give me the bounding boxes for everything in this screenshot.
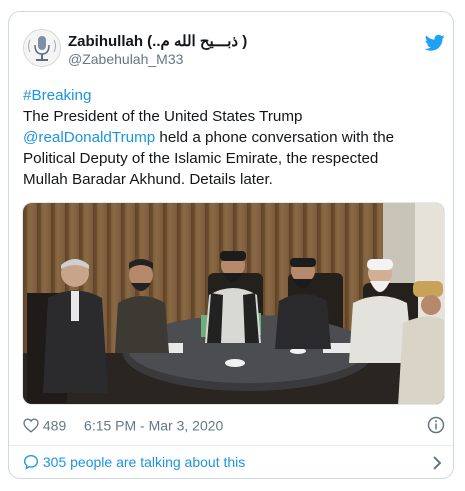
heart-icon[interactable]: [23, 418, 39, 433]
info-icon[interactable]: [427, 416, 445, 434]
avatar[interactable]: [23, 29, 61, 67]
like-count[interactable]: 489: [43, 417, 66, 433]
hashtag-link[interactable]: #Breaking: [23, 87, 91, 104]
divider: [9, 445, 453, 446]
tweet-line: Mullah Baradar Akhund. Details later.: [23, 169, 443, 190]
tweet-line: @realDonaldTrump held a phone conversati…: [23, 127, 443, 148]
conversation-label: 305 people are talking about this: [42, 454, 246, 470]
tweet-line: #Breaking: [23, 85, 443, 106]
tweet-card: Zabihullah (..ذبـــیح الله م ) @Zabehula…: [8, 11, 454, 479]
tweet-timestamp[interactable]: 6:15 PM - Mar 3, 2020: [84, 417, 223, 433]
tweet-text-segment: Mullah Baradar Akhund. Details later.: [23, 171, 273, 188]
tweet-line: Political Deputy of the Islamic Emirate,…: [23, 148, 443, 169]
twitter-bird-icon[interactable]: [425, 34, 445, 52]
conversation-link[interactable]: 305 people are talking about this: [23, 453, 245, 471]
tweet-text: #Breaking The President of the United St…: [23, 85, 443, 190]
tweet-meta: 489 6:15 PM - Mar 3, 2020: [23, 416, 223, 436]
tweet-text-segment: Political Deputy of the Islamic Emirate,…: [23, 150, 379, 167]
display-name[interactable]: Zabihullah (..ذبـــیح الله م ): [68, 32, 247, 50]
microphone-avatar-image: [24, 30, 60, 66]
meeting-photo-illustration: [23, 203, 444, 404]
tweet-line: The President of the United States Trump: [23, 106, 443, 127]
user-handle[interactable]: @Zabehulah_M33: [68, 51, 183, 67]
tweet-text-segment: The President of the United States Trump: [23, 108, 303, 125]
tweet-photo[interactable]: [22, 202, 445, 405]
tweet-text-segment: held a phone conversation with the: [155, 129, 395, 146]
chevron-right-icon[interactable]: [431, 456, 443, 470]
speech-bubble-icon: [23, 454, 39, 470]
mention-link[interactable]: @realDonaldTrump: [23, 129, 155, 146]
